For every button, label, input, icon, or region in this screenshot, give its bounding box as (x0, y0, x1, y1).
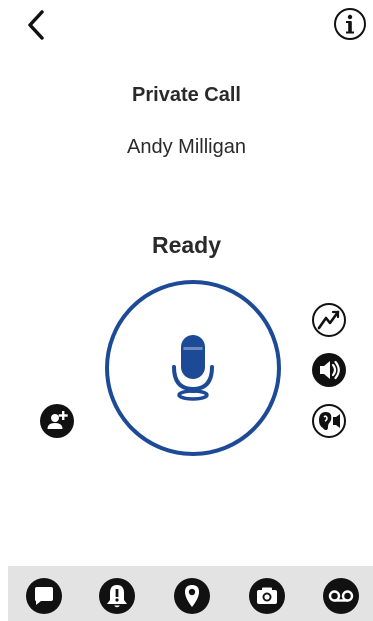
call-type-label: Private Call (132, 84, 241, 106)
earpiece-button[interactable] (311, 403, 347, 439)
earpiece-icon (312, 404, 346, 438)
call-status: Ready (151, 232, 222, 258)
alert-bell-icon (99, 578, 135, 614)
speaker-button[interactable] (311, 352, 347, 388)
network-status-button[interactable] (311, 302, 347, 338)
camera-icon (249, 578, 285, 614)
chat-bubble-icon (26, 578, 62, 614)
alert-button[interactable] (98, 577, 136, 615)
location-button[interactable] (173, 577, 211, 615)
location-pin-icon (174, 578, 210, 614)
push-to-talk-button[interactable] (104, 279, 282, 457)
info-button[interactable] (333, 7, 367, 41)
contact-name: Andy Milligan (127, 136, 246, 158)
info-circle-icon (334, 8, 366, 40)
add-participant-button[interactable] (39, 403, 75, 439)
voicemail-button[interactable] (322, 577, 360, 615)
back-button[interactable] (24, 8, 52, 42)
add-person-icon (40, 404, 74, 438)
network-signal-icon (312, 303, 346, 337)
speaker-icon (312, 353, 346, 387)
chevron-left-icon (28, 10, 44, 40)
voicemail-icon (323, 578, 359, 614)
camera-button[interactable] (248, 577, 286, 615)
chat-button[interactable] (25, 577, 63, 615)
